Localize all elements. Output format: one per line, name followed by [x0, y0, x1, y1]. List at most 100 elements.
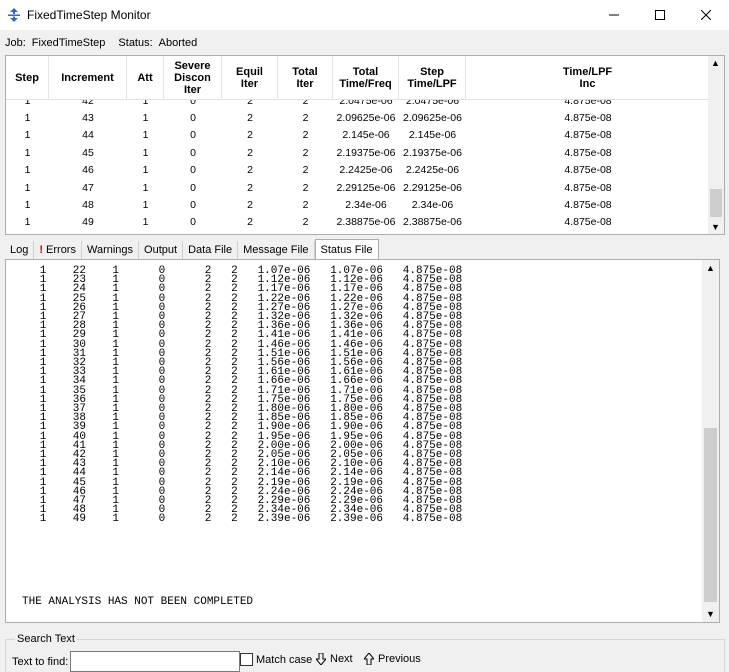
status-line: 1 49 1 0 2 2 2.39e-06 2.39e-06 4.875e-08: [20, 513, 700, 526]
table-cell: 1: [142, 216, 149, 229]
previous-button[interactable]: Previous: [364, 653, 421, 665]
status-scrollbar[interactable]: ▲ ▼: [702, 260, 719, 622]
table-cell: 2: [247, 146, 253, 159]
maximize-button[interactable]: [637, 0, 683, 30]
tab-data-file[interactable]: Data File: [183, 241, 239, 259]
next-button[interactable]: Next: [316, 653, 353, 665]
table-cell: 1: [24, 146, 31, 159]
col-header-increment[interactable]: Increment: [49, 56, 127, 100]
table-cell: 2.34e-06: [411, 199, 454, 212]
match-case-checkbox[interactable]: [240, 653, 253, 666]
table-cell: 1: [24, 100, 31, 107]
status-message: THE ANALYSIS HAS NOT BEEN COMPLETED: [22, 596, 254, 608]
table-cell: 2.09625e-06: [336, 112, 396, 125]
col-header-step-time[interactable]: Step Time/LPF: [399, 56, 466, 100]
table-cell: 4.875e-08: [564, 112, 612, 125]
find-label: Text to find:: [12, 656, 69, 668]
col-header-equil-iter[interactable]: Equil Iter: [222, 56, 278, 100]
table-cell: 1: [24, 216, 31, 229]
col-header-step[interactable]: Step: [6, 56, 49, 100]
table-cell: 44: [82, 129, 94, 142]
tab-log[interactable]: Log: [5, 241, 35, 259]
status-value: 2.39e-06: [330, 513, 383, 526]
table-cell: 4.875e-08: [564, 100, 612, 107]
table-row[interactable]: 1 43 1 0 2 2 2.09625e-06 2.09625e-06 4.875e-08: [6, 109, 710, 126]
col-header-att[interactable]: Att: [127, 56, 164, 100]
table-cell: 1: [142, 181, 149, 194]
job-status-line: Job: FixedTimeStep Status: Aborted: [5, 37, 203, 49]
table-cell: 2: [247, 181, 253, 194]
table-cell: 1: [142, 199, 149, 212]
table-row[interactable]: 1 47 1 0 2 2 2.29125e-06 2.29125e-06 4.875e-08: [6, 179, 710, 196]
table-row[interactable]: 1 45 1 0 2 2 2.19375e-06 2.19375e-06 4.875e-08: [6, 144, 710, 161]
match-case-label[interactable]: Match case: [256, 654, 312, 666]
table-row[interactable]: 1 44 1 0 2 2 2.145e-06 2.145e-06 4.875e-08: [6, 127, 710, 144]
table-cell: 2.19375e-06: [403, 146, 462, 159]
table-row[interactable]: 1 48 1 0 2 2 2.34e-06 2.34e-06 4.875e-08: [6, 196, 710, 213]
table-scrollbar[interactable]: ▲ ▼: [708, 56, 724, 234]
minimize-icon: [609, 14, 619, 16]
close-button[interactable]: [683, 0, 729, 30]
table-row[interactable]: 1 42 1 0 2 2 2.0475e-06 2.0475e-06 4.875e-08: [6, 100, 710, 109]
table-cell: 2: [247, 129, 253, 142]
scroll-down-icon[interactable]: ▼: [706, 609, 715, 619]
output-tabs: Log ! Errors Warnings Output Data File Me…: [5, 239, 379, 259]
col-header-total-time[interactable]: Total Time/Freq: [333, 56, 399, 100]
col-header-total-iter[interactable]: Total Iter: [278, 56, 333, 100]
table-cell: 0: [190, 199, 196, 212]
col-header-time-inc[interactable]: Time/LPF Inc: [466, 56, 710, 100]
tab-label: Status File: [320, 243, 373, 256]
down-arrow-icon: [316, 653, 326, 665]
table-cell: 49: [82, 216, 94, 229]
table-cell: 1: [24, 129, 31, 142]
table-cell: 1: [142, 112, 149, 125]
scroll-thumb[interactable]: [710, 189, 722, 217]
scroll-down-icon[interactable]: ▼: [711, 222, 720, 232]
table-cell: 2: [247, 100, 253, 107]
previous-label: Previous: [378, 653, 421, 665]
title-bar: FixedTimeStep Monitor: [0, 0, 729, 30]
table-cell: 2.0475e-06: [405, 100, 460, 107]
table-cell: 4.875e-08: [564, 199, 612, 212]
app-icon: [8, 8, 20, 22]
table-cell: 2: [247, 164, 253, 177]
table-cell: 1: [142, 146, 149, 159]
table-cell: 2.09625e-06: [403, 112, 462, 125]
scroll-thumb[interactable]: [704, 428, 717, 602]
tab-errors[interactable]: ! Errors: [34, 241, 82, 259]
tab-message-file[interactable]: Message File: [238, 241, 315, 259]
table-cell: 0: [190, 164, 196, 177]
scroll-up-icon[interactable]: ▲: [711, 58, 720, 68]
table-cell: 2.19375e-06: [336, 146, 396, 159]
scroll-up-icon[interactable]: ▲: [706, 263, 715, 273]
table-cell: 46: [82, 164, 94, 177]
find-input[interactable]: [70, 651, 240, 672]
status-value: 4.875e-08: [402, 513, 463, 526]
table-cell: 0: [190, 112, 196, 125]
search-text-group: Search Text Text to find: Match case Nex…: [5, 633, 725, 672]
table-row[interactable]: 1 49 1 0 2 2 2.38875e-06 2.38875e-06 4.875e-08: [6, 214, 710, 231]
maximize-icon: [655, 10, 665, 20]
status-file-view[interactable]: 1 22 1 0 2 2 1.07e-06 1.07e-06 4.875e-08 1 23 1 0 2 2 1…: [5, 259, 720, 623]
col-header-severe-discon-iter[interactable]: Severe Discon Iter: [164, 56, 222, 100]
tab-warnings[interactable]: Warnings: [82, 241, 140, 259]
tab-label: Errors: [46, 244, 76, 256]
table-cell: 1: [142, 100, 149, 107]
tab-output[interactable]: Output: [139, 241, 184, 259]
table-cell: 2.38875e-06: [403, 216, 462, 229]
table-header: Step Increment Att Severe Discon Iter Eq…: [6, 56, 710, 100]
table-cell: 0: [190, 100, 196, 107]
up-arrow-icon: [364, 653, 374, 665]
table-cell: 48: [82, 199, 94, 212]
table-cell: 4.875e-08: [564, 216, 612, 229]
tab-status-file[interactable]: Status File: [314, 239, 379, 259]
minimize-button[interactable]: [591, 0, 637, 30]
table-cell: 2: [302, 112, 309, 125]
table-cell: 45: [82, 146, 94, 159]
table-cell: 0: [190, 216, 196, 229]
table-cell: 2.38875e-06: [336, 216, 396, 229]
table-row[interactable]: 1 46 1 0 2 2 2.2425e-06 2.2425e-06 4.875e-08: [6, 162, 710, 179]
close-icon: [701, 10, 711, 20]
table-cell: 2: [302, 164, 309, 177]
increment-table: Step Increment Att Severe Discon Iter Eq…: [5, 55, 725, 235]
